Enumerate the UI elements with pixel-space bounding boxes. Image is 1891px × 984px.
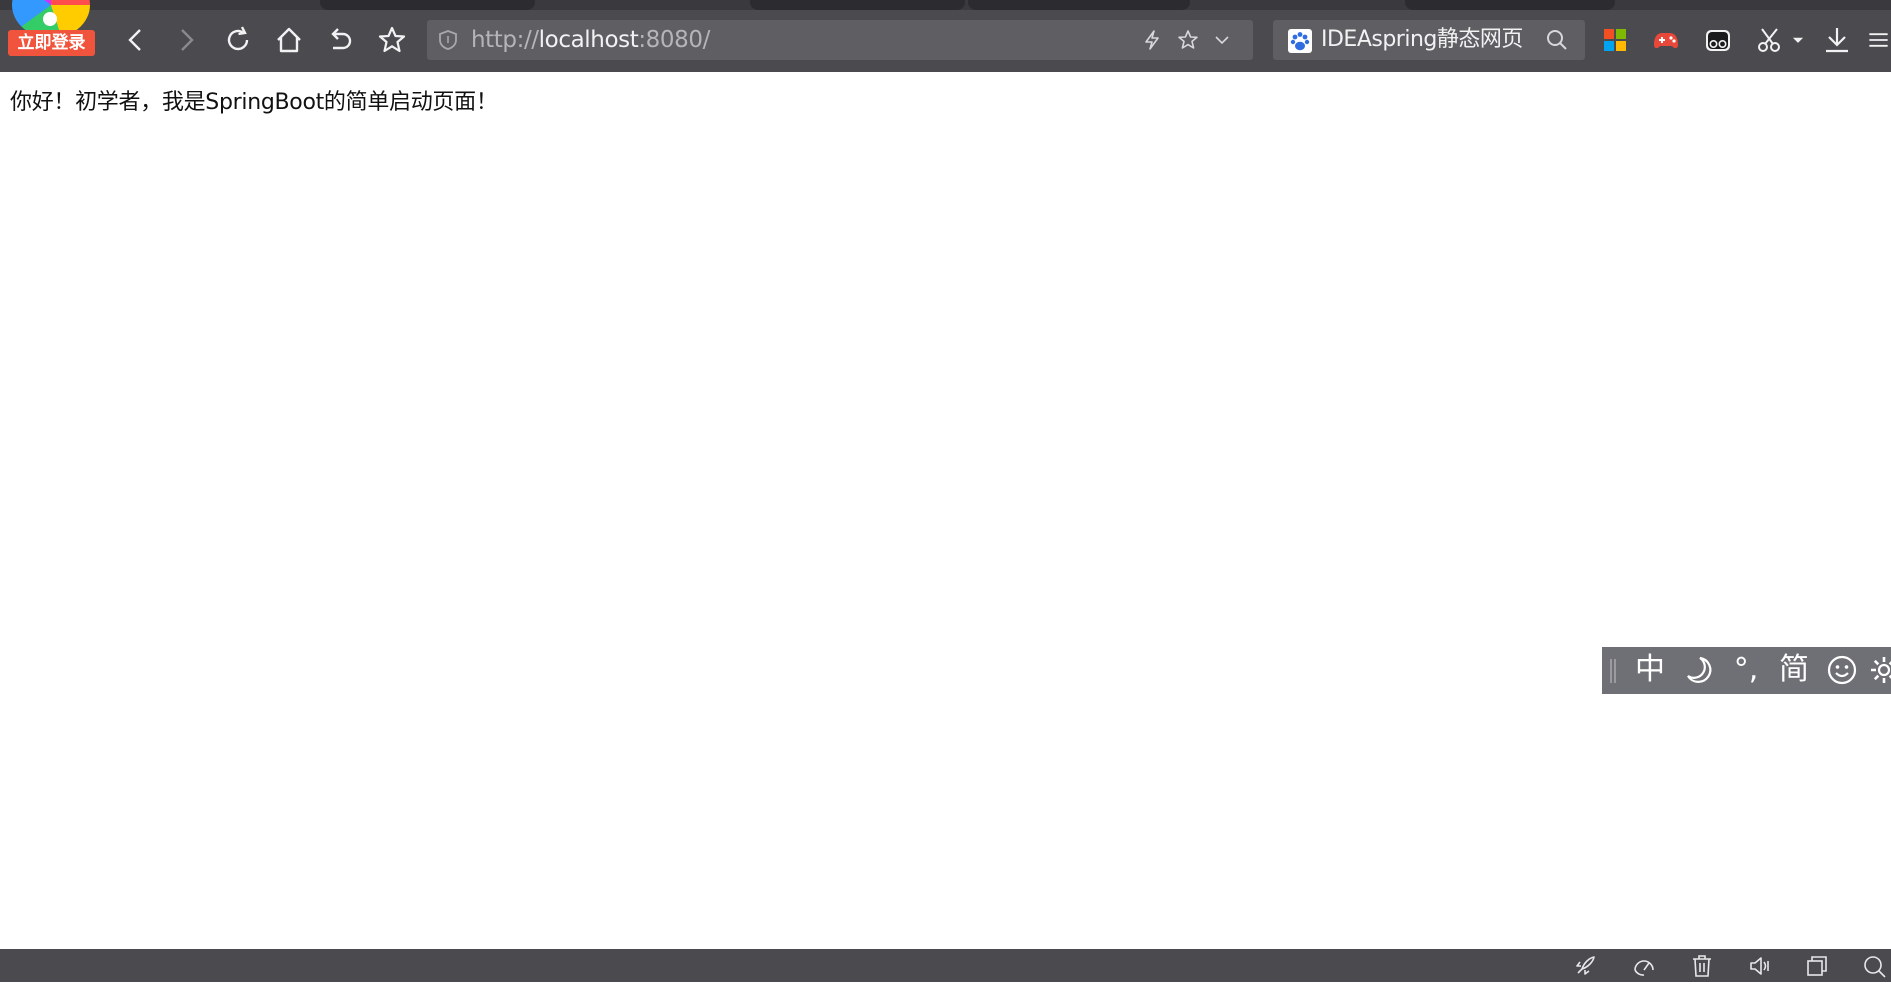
url-scheme: http://: [471, 27, 539, 53]
page-content-text: 你好！初学者，我是SpringBoot的简单启动页面！: [10, 90, 498, 115]
moon-icon[interactable]: [1676, 650, 1720, 690]
tab[interactable]: [1405, 0, 1615, 10]
star-icon[interactable]: [1177, 29, 1199, 51]
shield-icon[interactable]: [437, 29, 459, 51]
ime-toolbar: 中 °, 简: [1602, 647, 1891, 694]
search-icon[interactable]: [1545, 28, 1569, 52]
rocket-icon[interactable]: [1572, 953, 1598, 979]
url-text[interactable]: http://localhost:8080/: [471, 20, 710, 60]
window-icon[interactable]: [1804, 953, 1830, 979]
url-host: localhost: [538, 27, 639, 53]
volume-icon[interactable]: [1747, 953, 1773, 979]
baidu-paw-icon: [1288, 29, 1312, 53]
speed-icon[interactable]: [1631, 953, 1657, 979]
lightning-icon[interactable]: [1141, 29, 1163, 51]
tab[interactable]: [320, 0, 535, 10]
windows-grid-icon[interactable]: [1597, 22, 1633, 58]
search-box[interactable]: IDEAspring静态网页: [1273, 20, 1585, 60]
scissors-dropdown-icon[interactable]: [1784, 22, 1812, 58]
ime-charset-toggle[interactable]: 简: [1772, 650, 1816, 690]
login-button[interactable]: 立即登录: [8, 30, 95, 56]
mask-icon[interactable]: [1700, 22, 1736, 58]
undo-icon[interactable]: [322, 22, 358, 58]
chevron-down-icon[interactable]: [1211, 29, 1233, 51]
ime-drag-handle[interactable]: [1610, 659, 1616, 683]
ime-lang-toggle[interactable]: 中: [1628, 650, 1672, 690]
address-bar[interactable]: http://localhost:8080/: [427, 20, 1253, 60]
gamepad-icon[interactable]: [1648, 22, 1684, 58]
search-text[interactable]: IDEAspring静态网页: [1321, 20, 1523, 60]
zoom-icon[interactable]: [1861, 953, 1887, 979]
forward-icon[interactable]: [168, 22, 204, 58]
browser-logo[interactable]: 立即登录: [8, 0, 98, 60]
ime-punct-toggle[interactable]: °,: [1724, 650, 1768, 690]
trash-icon[interactable]: [1689, 953, 1715, 979]
bookmark-star-icon[interactable]: [374, 22, 410, 58]
tab[interactable]: [750, 0, 965, 10]
back-icon[interactable]: [118, 22, 154, 58]
emoji-icon[interactable]: [1820, 650, 1864, 690]
reload-icon[interactable]: [220, 22, 256, 58]
browser-toolbar: 立即登录 http://localhost:8080/ IDEAspring静态…: [0, 0, 1891, 72]
url-rest: :8080/: [638, 27, 710, 53]
home-icon[interactable]: [271, 22, 307, 58]
download-icon[interactable]: [1819, 22, 1855, 58]
menu-icon[interactable]: [1866, 22, 1891, 58]
gear-icon[interactable]: [1868, 650, 1891, 690]
status-bar: [0, 949, 1891, 982]
tab[interactable]: [968, 0, 1190, 10]
scissors-icon[interactable]: [1752, 22, 1788, 58]
tab-strip: [0, 0, 1891, 10]
